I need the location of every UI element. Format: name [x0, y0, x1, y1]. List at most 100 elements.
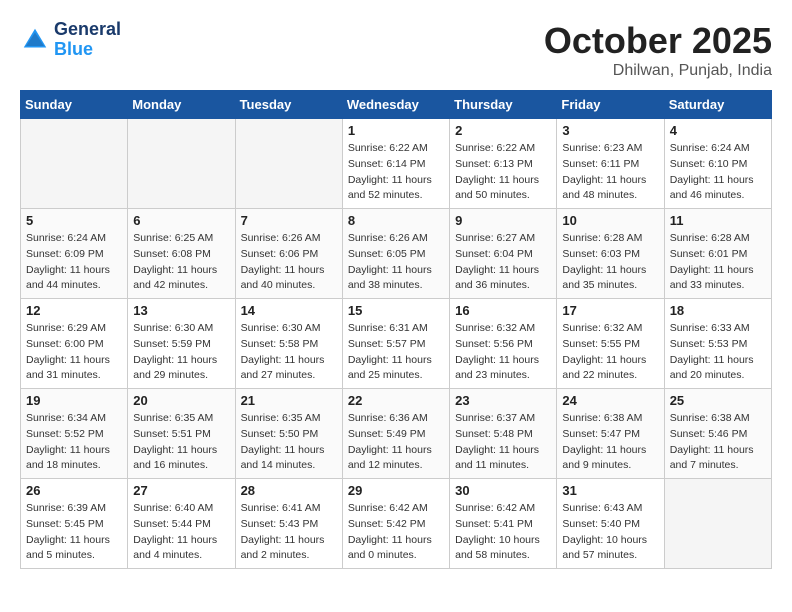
calendar-cell: 3 Sunrise: 6:23 AMSunset: 6:11 PMDaylight…	[557, 119, 664, 209]
day-number: 13	[133, 303, 229, 318]
day-number: 4	[670, 123, 766, 138]
calendar-cell: 21Sunrise: 6:35 AMSunset: 5:50 PMDayligh…	[235, 389, 342, 479]
day-info: Sunrise: 6:25 AMSunset: 6:08 PMDaylight:…	[133, 231, 229, 294]
day-number: 19	[26, 393, 122, 408]
calendar-cell: 19 Sunrise: 6:34 AMSunset: 5:52 PMDayligh…	[21, 389, 128, 479]
day-number: 24	[562, 393, 658, 408]
calendar-cell: 1Sunrise: 6:22 AMSunset: 6:14 PMDaylight…	[342, 119, 449, 209]
day-info: Sunrise: 6:22 AMSunset: 6:13 PMDaylight:…	[455, 141, 551, 204]
calendar-week-4: 19 Sunrise: 6:34 AMSunset: 5:52 PMDayligh…	[21, 389, 772, 479]
day-info: Sunrise: 6:41 AMSunset: 5:43 PMDaylight:…	[241, 501, 337, 564]
weekday-header-tuesday: Tuesday	[235, 91, 342, 119]
calendar-cell: 16 Sunrise: 6:32 AMSunset: 5:56 PMDayligh…	[450, 299, 557, 389]
weekday-header-thursday: Thursday	[450, 91, 557, 119]
day-number: 6	[133, 213, 229, 228]
calendar-cell: 8 Sunrise: 6:26 AMSunset: 6:05 PMDaylight…	[342, 209, 449, 299]
day-number: 23	[455, 393, 551, 408]
day-info: Sunrise: 6:26 AMSunset: 6:06 PMDaylight:…	[241, 231, 337, 294]
calendar-cell: 10 Sunrise: 6:28 AMSunset: 6:03 PMDayligh…	[557, 209, 664, 299]
location-subtitle: Dhilwan, Punjab, India	[544, 62, 772, 80]
day-info: Sunrise: 6:28 AMSunset: 6:03 PMDaylight:…	[562, 231, 658, 294]
calendar-cell: 4Sunrise: 6:24 AMSunset: 6:10 PMDaylight…	[664, 119, 771, 209]
calendar-cell: 6 Sunrise: 6:25 AMSunset: 6:08 PMDaylight…	[128, 209, 235, 299]
day-number: 11	[670, 213, 766, 228]
calendar-cell: 23 Sunrise: 6:37 AMSunset: 5:48 PMDayligh…	[450, 389, 557, 479]
day-number: 18	[670, 303, 766, 318]
day-info: Sunrise: 6:32 AMSunset: 5:56 PMDaylight:…	[455, 321, 551, 384]
day-number: 7	[241, 213, 337, 228]
day-number: 10	[562, 213, 658, 228]
day-number: 29	[348, 483, 444, 498]
day-number: 14	[241, 303, 337, 318]
calendar-cell: 20 Sunrise: 6:35 AMSunset: 5:51 PMDayligh…	[128, 389, 235, 479]
weekday-header-wednesday: Wednesday	[342, 91, 449, 119]
day-info: Sunrise: 6:32 AMSunset: 5:55 PMDaylight:…	[562, 321, 658, 384]
calendar-cell: 17Sunrise: 6:32 AMSunset: 5:55 PMDayligh…	[557, 299, 664, 389]
calendar-cell: 15Sunrise: 6:31 AMSunset: 5:57 PMDayligh…	[342, 299, 449, 389]
day-info: Sunrise: 6:42 AMSunset: 5:41 PMDaylight:…	[455, 501, 551, 564]
day-info: Sunrise: 6:23 AMSunset: 6:11 PMDaylight:…	[562, 141, 658, 204]
day-info: Sunrise: 6:24 AMSunset: 6:09 PMDaylight:…	[26, 231, 122, 294]
weekday-header-sunday: Sunday	[21, 91, 128, 119]
day-info: Sunrise: 6:38 AMSunset: 5:46 PMDaylight:…	[670, 411, 766, 474]
calendar-cell: 9Sunrise: 6:27 AMSunset: 6:04 PMDaylight…	[450, 209, 557, 299]
calendar-body: 1Sunrise: 6:22 AMSunset: 6:14 PMDaylight…	[21, 119, 772, 569]
calendar-cell: 5 Sunrise: 6:24 AMSunset: 6:09 PMDaylight…	[21, 209, 128, 299]
calendar-week-3: 12 Sunrise: 6:29 AMSunset: 6:00 PMDayligh…	[21, 299, 772, 389]
day-number: 21	[241, 393, 337, 408]
day-number: 8	[348, 213, 444, 228]
day-number: 22	[348, 393, 444, 408]
calendar-cell	[664, 479, 771, 569]
day-info: Sunrise: 6:26 AMSunset: 6:05 PMDaylight:…	[348, 231, 444, 294]
day-number: 27	[133, 483, 229, 498]
logo: General Blue	[20, 20, 121, 60]
day-number: 16	[455, 303, 551, 318]
calendar-cell: 27 Sunrise: 6:40 AMSunset: 5:44 PMDayligh…	[128, 479, 235, 569]
calendar-cell	[235, 119, 342, 209]
day-number: 28	[241, 483, 337, 498]
day-info: Sunrise: 6:36 AMSunset: 5:49 PMDaylight:…	[348, 411, 444, 474]
day-info: Sunrise: 6:39 AMSunset: 5:45 PMDaylight:…	[26, 501, 122, 564]
day-number: 2	[455, 123, 551, 138]
day-number: 5	[26, 213, 122, 228]
day-info: Sunrise: 6:40 AMSunset: 5:44 PMDaylight:…	[133, 501, 229, 564]
weekday-header-saturday: Saturday	[664, 91, 771, 119]
day-info: Sunrise: 6:33 AMSunset: 5:53 PMDaylight:…	[670, 321, 766, 384]
calendar-cell: 7 Sunrise: 6:26 AMSunset: 6:06 PMDaylight…	[235, 209, 342, 299]
calendar-cell: 25 Sunrise: 6:38 AMSunset: 5:46 PMDayligh…	[664, 389, 771, 479]
day-info: Sunrise: 6:35 AMSunset: 5:51 PMDaylight:…	[133, 411, 229, 474]
calendar-table: SundayMondayTuesdayWednesdayThursdayFrid…	[20, 90, 772, 569]
day-number: 30	[455, 483, 551, 498]
day-info: Sunrise: 6:34 AMSunset: 5:52 PMDaylight:…	[26, 411, 122, 474]
calendar-cell: 29Sunrise: 6:42 AMSunset: 5:42 PMDayligh…	[342, 479, 449, 569]
page-header: General Blue October 2025 Dhilwan, Punja…	[20, 20, 772, 80]
calendar-cell	[21, 119, 128, 209]
day-number: 25	[670, 393, 766, 408]
day-number: 12	[26, 303, 122, 318]
calendar-cell: 12 Sunrise: 6:29 AMSunset: 6:00 PMDayligh…	[21, 299, 128, 389]
day-info: Sunrise: 6:22 AMSunset: 6:14 PMDaylight:…	[348, 141, 444, 204]
logo-text: General Blue	[54, 20, 121, 60]
calendar-cell: 2 Sunrise: 6:22 AMSunset: 6:13 PMDaylight…	[450, 119, 557, 209]
day-number: 3	[562, 123, 658, 138]
logo-icon	[20, 25, 50, 55]
day-number: 20	[133, 393, 229, 408]
calendar-cell: 18 Sunrise: 6:33 AMSunset: 5:53 PMDayligh…	[664, 299, 771, 389]
day-info: Sunrise: 6:28 AMSunset: 6:01 PMDaylight:…	[670, 231, 766, 294]
weekday-header-monday: Monday	[128, 91, 235, 119]
day-number: 26	[26, 483, 122, 498]
day-info: Sunrise: 6:29 AMSunset: 6:00 PMDaylight:…	[26, 321, 122, 384]
calendar-cell: 13 Sunrise: 6:30 AMSunset: 5:59 PMDayligh…	[128, 299, 235, 389]
day-info: Sunrise: 6:30 AMSunset: 5:59 PMDaylight:…	[133, 321, 229, 384]
title-block: October 2025 Dhilwan, Punjab, India	[544, 20, 772, 80]
day-number: 9	[455, 213, 551, 228]
calendar-week-1: 1Sunrise: 6:22 AMSunset: 6:14 PMDaylight…	[21, 119, 772, 209]
calendar-cell: 28 Sunrise: 6:41 AMSunset: 5:43 PMDayligh…	[235, 479, 342, 569]
day-info: Sunrise: 6:37 AMSunset: 5:48 PMDaylight:…	[455, 411, 551, 474]
calendar-cell: 30 Sunrise: 6:42 AMSunset: 5:41 PMDayligh…	[450, 479, 557, 569]
day-number: 31	[562, 483, 658, 498]
calendar-cell: 11 Sunrise: 6:28 AMSunset: 6:01 PMDayligh…	[664, 209, 771, 299]
calendar-cell	[128, 119, 235, 209]
weekday-header-row: SundayMondayTuesdayWednesdayThursdayFrid…	[21, 91, 772, 119]
calendar-cell: 24Sunrise: 6:38 AMSunset: 5:47 PMDayligh…	[557, 389, 664, 479]
